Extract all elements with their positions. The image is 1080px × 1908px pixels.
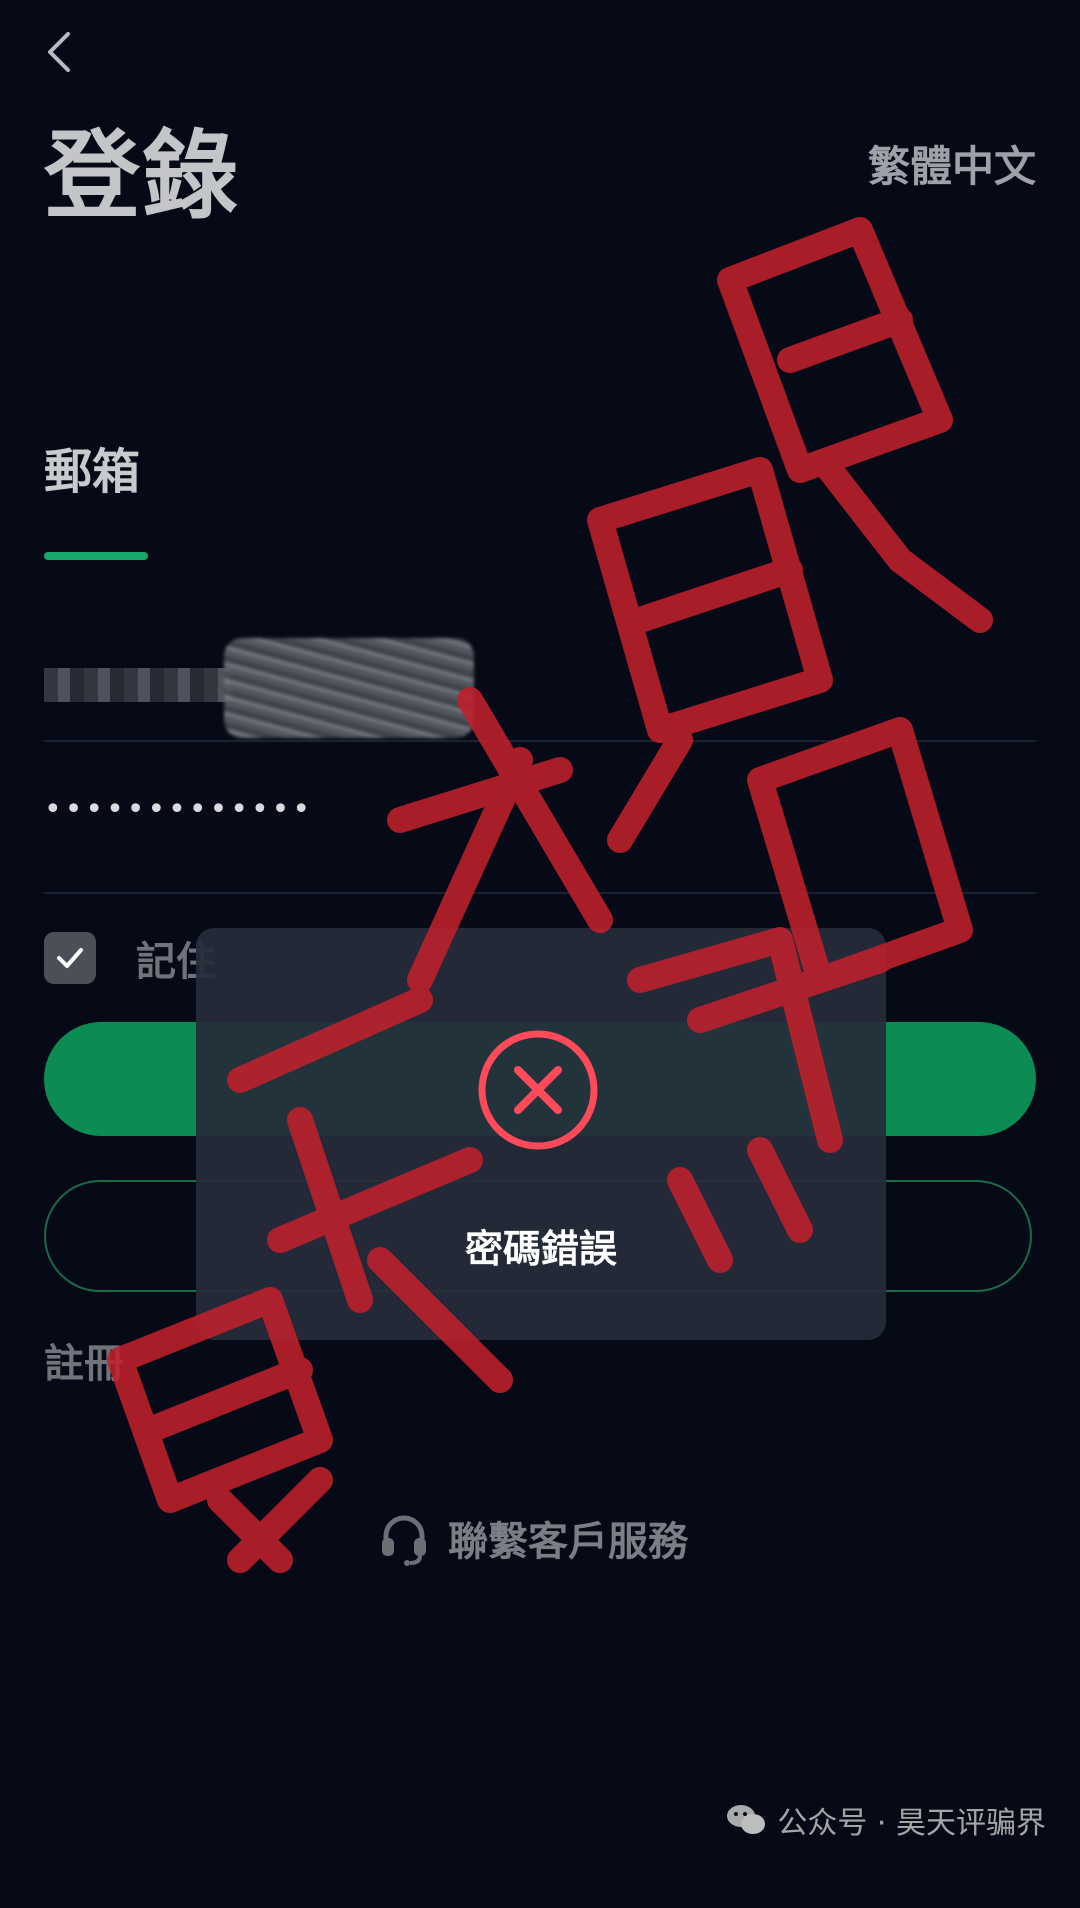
back-button[interactable] [38,28,82,76]
login-screen: 登錄 繁體中文 郵箱 ••••••••••••• 記住 註冊 聯繫客戶服務 密碼… [0,0,1080,1908]
contact-support-label: 聯繫客戶服務 [448,1519,688,1565]
password-input[interactable]: ••••••••••••• [44,762,1036,894]
tab-email[interactable]: 郵箱 [44,448,140,496]
error-x-icon [468,1020,608,1160]
error-toast: 密碼錯誤 [196,928,886,1340]
contact-support-button[interactable]: 聯繫客戶服務 [374,1508,688,1568]
error-message: 密碼錯誤 [464,1227,617,1271]
watermark-text: 公众号 · 昊天评骗界 [777,1806,1046,1841]
tab-active-indicator [44,552,148,560]
checkmark-icon [57,948,83,968]
page-title: 登錄 [44,120,240,232]
wechat-watermark: 公众号 · 昊天评骗界 [725,1798,1046,1842]
language-selector[interactable]: 繁體中文 [868,146,1036,188]
headset-icon [382,1515,426,1566]
register-link[interactable]: 註冊 [44,1344,124,1384]
chevron-left-icon [48,32,70,72]
email-input[interactable] [44,600,1036,742]
wechat-icon [727,1805,766,1834]
remember-checkbox[interactable] [44,932,96,984]
email-value-blurred [44,630,484,738]
remember-me-row[interactable]: 記住 [44,932,216,985]
password-masked-value: ••••••••••••• [44,792,314,827]
